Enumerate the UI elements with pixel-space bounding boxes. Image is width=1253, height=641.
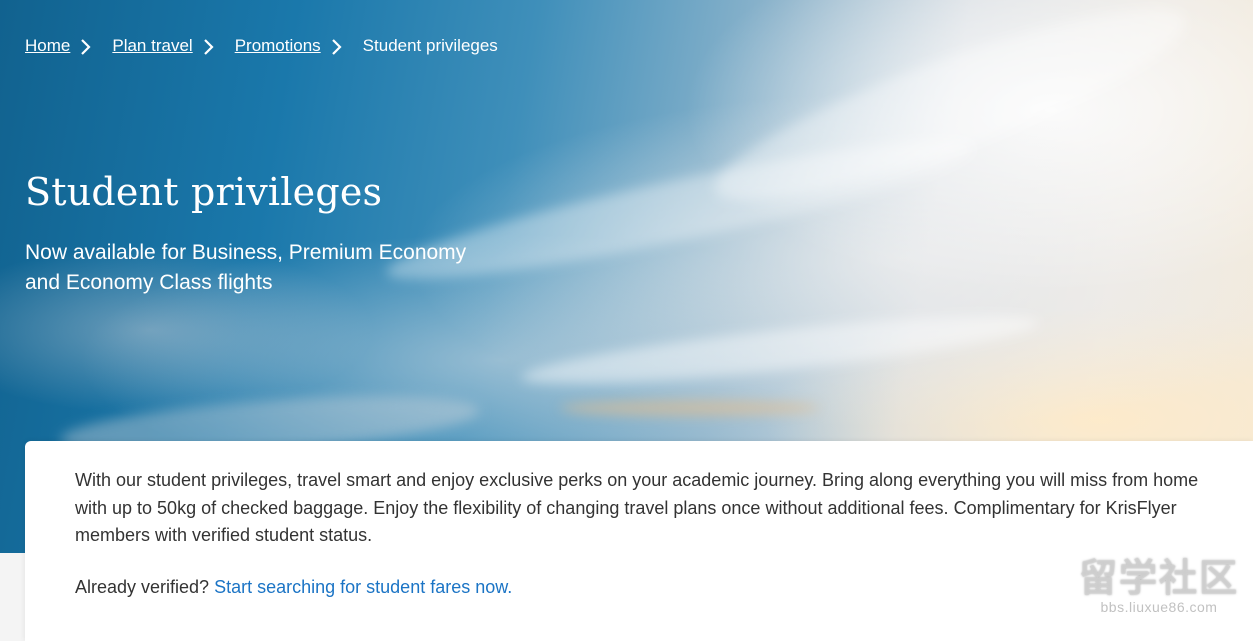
cloud-streak (519, 302, 1041, 398)
sunlit-cloud (560, 400, 820, 416)
cloud-streak (699, 0, 1201, 233)
search-student-fares-link[interactable]: Start searching for student fares now. (214, 577, 512, 597)
page-subtitle: Now available for Business, Premium Econ… (25, 241, 467, 294)
page-title: Student privileges (25, 170, 383, 214)
chevron-right-icon (203, 39, 214, 55)
promo-description: With our student privileges, travel smar… (75, 470, 1199, 545)
verified-prompt-text: Already verified? (75, 577, 210, 597)
watermark-logo: 留学社区 (1078, 558, 1239, 600)
breadcrumb: Home Plan travel Promotions Student priv… (25, 36, 498, 56)
watermark-url: bbs.liuxue86.com (1100, 599, 1218, 615)
site-watermark: 留学社区 bbs.liuxue86.com (1079, 559, 1239, 615)
breadcrumb-home-link[interactable]: Home (25, 36, 70, 56)
verified-prompt: Already verified? Start searching for st… (75, 577, 512, 598)
breadcrumb-current: Student privileges (362, 36, 498, 55)
breadcrumb-promotions-link[interactable]: Promotions (235, 36, 321, 56)
breadcrumb-plan-travel-link[interactable]: Plan travel (112, 36, 192, 56)
content-card: With our student privileges, travel smar… (25, 441, 1253, 641)
chevron-right-icon (331, 39, 342, 55)
chevron-right-icon (81, 39, 91, 55)
